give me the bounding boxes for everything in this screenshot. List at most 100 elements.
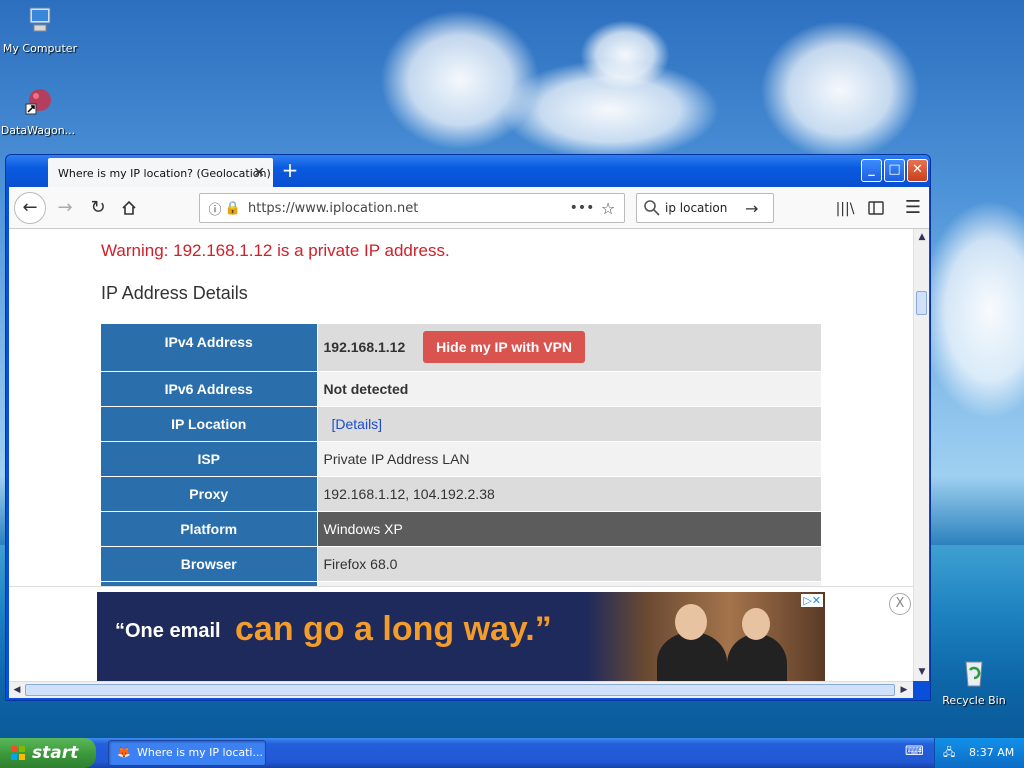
row-key: IPv4 Address	[101, 324, 318, 372]
table-row: ISP Private IP Address LAN	[101, 441, 821, 477]
system-tray: 🖧 8:37 AM	[934, 738, 1024, 768]
row-key: IPv6 Address	[101, 371, 318, 407]
desktop-icon-label: DataWagon...	[0, 124, 76, 137]
tab-title: Where is my IP location? (Geolocation)	[58, 166, 271, 180]
sidebar-button[interactable]	[862, 194, 890, 222]
desktop-icon-label: Recycle Bin	[942, 694, 1006, 707]
title-bar[interactable]: Where is my IP location? (Geolocation) ✕…	[6, 155, 930, 188]
home-button[interactable]	[115, 194, 143, 222]
search-icon	[644, 200, 660, 216]
row-key: ISP	[101, 441, 318, 477]
menu-button[interactable]: ☰	[899, 194, 927, 222]
table-row: Platform Windows XP	[101, 511, 821, 547]
taskbar-item-label: Where is my IP locati...	[137, 746, 263, 759]
row-value: Private IP Address LAN	[317, 441, 821, 477]
scroll-down-icon[interactable]: ▼	[915, 665, 929, 679]
cloud	[760, 20, 920, 160]
row-value: Firefox 68.0	[317, 546, 821, 582]
search-input[interactable]	[665, 201, 745, 215]
desktop-icon-datawagon[interactable]: DataWagon...	[0, 86, 78, 137]
table-row: Browser Firefox 68.0	[101, 546, 821, 582]
ad-photo	[587, 592, 825, 681]
vertical-scrollbar[interactable]: ▲ ▼	[913, 229, 929, 681]
keyboard-icon[interactable]: ⌨	[905, 744, 924, 759]
library-icon: |||\	[835, 201, 855, 217]
row-key: Proxy	[101, 476, 318, 512]
lock-warning-icon[interactable]: 🔒	[224, 201, 242, 216]
url-input[interactable]	[248, 200, 568, 216]
ad-face	[742, 608, 770, 640]
tab-active[interactable]: Where is my IP location? (Geolocation) ✕	[48, 158, 273, 188]
clock: 8:37 AM	[969, 746, 1015, 759]
network-icon[interactable]: 🖧	[943, 738, 955, 768]
desktop-icon-my-computer[interactable]: My Computer	[0, 4, 80, 55]
url-bar[interactable]: ⓘ 🔒 ••• ☆	[199, 193, 625, 223]
datawagon-icon	[25, 89, 51, 115]
private-ip-warning: Warning: 192.168.1.12 is a private IP ad…	[101, 241, 450, 260]
minimize-button[interactable]: _	[861, 159, 882, 182]
ad-quote-part2: can go a long way.”	[235, 610, 552, 648]
ad-person	[727, 634, 787, 681]
maximize-button[interactable]: □	[884, 159, 905, 182]
back-button[interactable]: ←	[14, 192, 46, 224]
nav-toolbar: ← → ↻ ⓘ 🔒 ••• ☆ → |||\	[9, 187, 929, 229]
horizontal-scroll-thumb[interactable]	[25, 684, 895, 696]
start-label: start	[32, 743, 79, 763]
row-value: Not detected	[317, 371, 821, 407]
ad-close-button[interactable]: X	[889, 593, 911, 615]
table-row: Proxy 192.168.1.12, 104.192.2.38	[101, 476, 821, 512]
hamburger-icon: ☰	[904, 197, 922, 218]
forward-button[interactable]: →	[51, 194, 79, 222]
firefox-icon: 🦊	[117, 746, 131, 759]
row-value: Windows XP	[317, 511, 821, 547]
ad-quote-part1: “One email	[115, 620, 221, 642]
ad-face	[675, 604, 707, 640]
row-key: IP Location	[101, 406, 318, 442]
new-tab-button[interactable]: +	[278, 159, 302, 183]
search-bar[interactable]: →	[636, 193, 774, 223]
scroll-up-icon[interactable]: ▲	[915, 230, 929, 244]
row-key: Platform	[101, 511, 318, 547]
start-button[interactable]: start	[0, 738, 96, 768]
library-button[interactable]: |||\	[831, 194, 859, 222]
cloud	[920, 200, 1024, 420]
search-go-icon[interactable]: →	[745, 199, 758, 218]
scroll-right-icon[interactable]: ▶	[897, 683, 911, 697]
close-button[interactable]: ✕	[907, 159, 928, 182]
row-value: 192.168.1.12, 104.192.2.38	[317, 476, 821, 512]
row-key: Browser	[101, 546, 318, 582]
vertical-scroll-thumb[interactable]	[916, 291, 927, 315]
taskbar-item-browser[interactable]: 🦊 Where is my IP locati...	[108, 740, 266, 766]
ad-banner-zone: “One email can go a long way.” ▷✕ X	[9, 586, 913, 681]
table-row: IP Location [Details]	[101, 406, 821, 442]
section-title: IP Address Details	[101, 283, 248, 303]
browser-window: Where is my IP location? (Geolocation) ✕…	[5, 154, 931, 701]
page-actions-icon[interactable]: •••	[568, 200, 596, 216]
ad-choices-icon[interactable]: ▷✕	[801, 594, 823, 607]
reload-icon: ↻	[90, 197, 106, 218]
tab-close-icon[interactable]: ✕	[253, 165, 265, 181]
sidebar-icon	[868, 201, 884, 215]
scroll-left-icon[interactable]: ◀	[10, 683, 24, 697]
table-row: IPv6 Address Not detected	[101, 371, 821, 407]
ip-details-table: IPv4 Address 192.168.1.12 Hide my IP wit…	[101, 324, 821, 617]
horizontal-scrollbar[interactable]: ◀ ▶	[9, 681, 913, 698]
home-icon	[122, 200, 136, 215]
info-icon[interactable]: ⓘ	[206, 199, 224, 218]
ad-banner[interactable]: “One email can go a long way.” ▷✕	[97, 592, 825, 681]
reload-button[interactable]: ↻	[84, 194, 112, 222]
cloud	[580, 20, 670, 90]
bookmark-star-icon[interactable]: ☆	[596, 199, 620, 218]
desktop-icon-label: My Computer	[2, 42, 78, 55]
taskbar: start 🦊 Where is my IP locati... ⌨ 🖧 8:3…	[0, 738, 1024, 768]
desktop-icon-recycle-bin[interactable]: Recycle Bin	[934, 656, 1014, 707]
row-value: 192.168.1.12 Hide my IP with VPN	[317, 324, 821, 372]
hide-ip-vpn-button[interactable]: Hide my IP with VPN	[423, 331, 586, 364]
ipv4-value: 192.168.1.12	[323, 339, 406, 356]
page-content: Warning: 192.168.1.12 is a private IP ad…	[9, 229, 913, 681]
table-row: IPv4 Address 192.168.1.12 Hide my IP wit…	[101, 324, 821, 372]
arrow-left-icon: ←	[22, 197, 38, 218]
arrow-right-icon: →	[57, 197, 73, 218]
windows-logo-icon	[11, 746, 25, 760]
details-link[interactable]: [Details]	[332, 416, 383, 432]
